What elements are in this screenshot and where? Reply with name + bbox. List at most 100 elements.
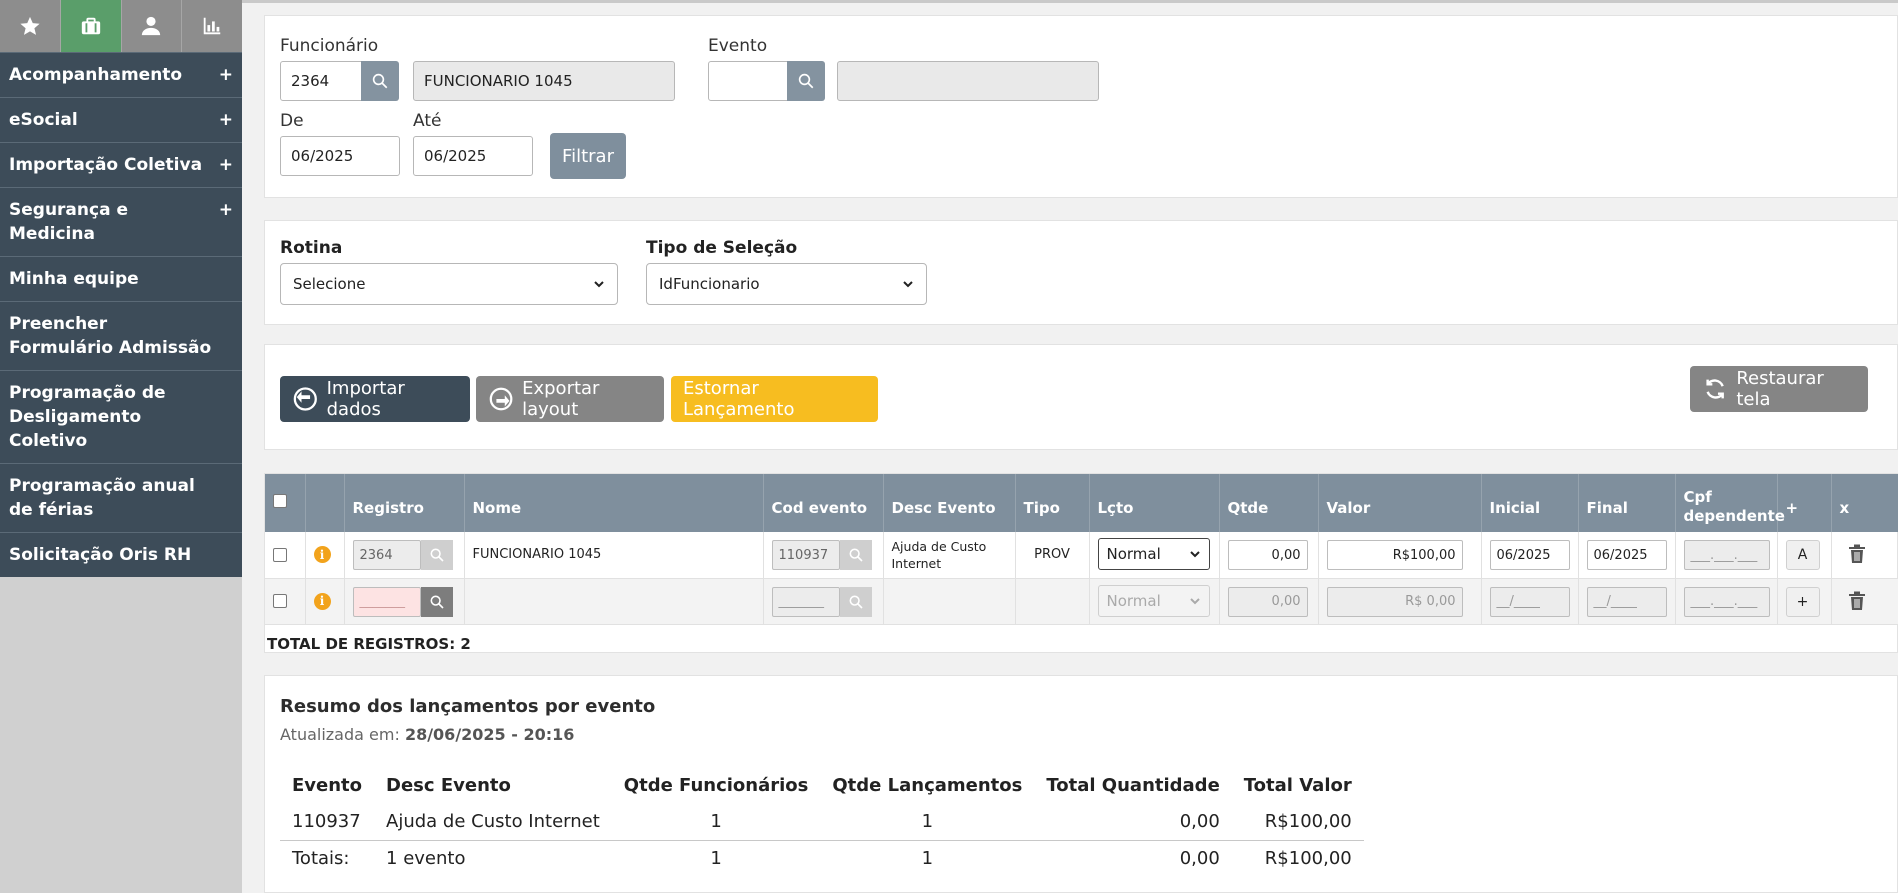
header-inicial[interactable]: Inicial [1481,474,1579,532]
sidebar-item-solicitacao[interactable]: Solicitação Oris RH [0,532,242,577]
trash-icon[interactable] [1848,544,1866,564]
evento-search-button[interactable] [787,61,825,101]
lcto-selected-value: Normal [1106,591,1161,610]
trash-icon[interactable] [1848,591,1866,611]
desc-evento-cell: Ajuda de Custo Internet [883,532,1016,579]
funcionario-search-button[interactable] [361,61,399,101]
sum-desc: Ajuda de Custo Internet [386,811,600,833]
table-row: i _______ _______ Normal 0,00 R$ 0,00 __… [265,578,1898,625]
cod-evento-search-button[interactable] [839,540,872,570]
sidebar-item-desligamento-coletivo[interactable]: Programação de Desligamento Coletivo [0,370,242,463]
sidebar-item-esocial[interactable]: eSocial + [0,97,242,142]
de-label: De [280,111,304,131]
sidebar-item-formulario-admissao[interactable]: Preencher Formulário Admissão [0,301,242,370]
sidebar-item-acompanhamento[interactable]: Acompanhamento + [0,52,242,97]
sidebar-item-label: Solicitação Oris RH [9,545,192,565]
tipo-selecao-select[interactable]: IdFuncionario [646,263,927,305]
expand-icon: + [218,155,233,175]
select-all-checkbox[interactable] [273,493,287,508]
star-icon [20,16,40,35]
final-input[interactable]: 06/2025 [1586,540,1667,570]
evento-code-input[interactable] [708,61,790,101]
final-input[interactable]: __/____ [1586,586,1667,617]
search-icon [849,548,863,562]
qtde-input[interactable]: 0,00 [1227,586,1308,617]
qtde-input[interactable]: 0,00 [1227,540,1308,570]
header-lcto[interactable]: Lçto [1089,474,1220,532]
registro-search-button[interactable] [420,540,453,570]
cod-evento-input[interactable]: _______ [771,586,840,617]
tab-reports[interactable] [182,0,242,52]
estornar-lancamento-button[interactable]: Estornar Lançamento [671,376,878,422]
header-nome[interactable]: Nome [464,474,764,532]
registro-input[interactable]: _______ [352,586,421,617]
header-registro[interactable]: Registro [344,474,465,532]
cod-evento-input[interactable]: 110937 [771,540,840,570]
de-input[interactable]: 06/2025 [280,136,400,176]
cpf-dependente-input[interactable]: ___.___.___ [1683,586,1770,617]
inicial-input[interactable]: 06/2025 [1489,540,1570,570]
info-icon[interactable]: i [313,546,331,564]
sum-total-qtd: 0,00 [1179,811,1220,833]
sum-total-valor: R$100,00 [1264,811,1352,833]
sidebar-tabs [0,0,242,52]
sidebar-item-importacao-coletiva[interactable]: Importação Coletiva + [0,142,242,187]
tab-profile[interactable] [121,0,183,52]
lcto-selected-value: Normal [1106,545,1161,563]
rotina-select[interactable]: Selecione [280,263,618,305]
sidebar-item-minha-equipe[interactable]: Minha equipe [0,256,242,301]
expand-icon: + [218,65,233,85]
add-row-button[interactable]: + [1785,586,1820,617]
user-icon [142,16,161,36]
inicial-input[interactable]: __/____ [1489,586,1570,617]
sum-totals-label: Totais: [280,839,375,876]
valor-input[interactable]: R$100,00 [1326,540,1463,570]
summary-title: Resumo dos lançamentos por evento [280,696,656,717]
lcto-select[interactable]: Normal [1097,538,1210,570]
sidebar: Acompanhamento + eSocial + Importação Cole… [0,0,242,893]
lcto-select[interactable]: Normal [1097,584,1210,617]
summary-row: 110937 Ajuda de Custo Internet 1 1 0,00 … [280,804,1364,840]
restaurar-tela-button[interactable]: Restaurar tela [1690,366,1868,412]
header-cpf-dependente[interactable]: Cpf dependente [1675,474,1785,532]
cpf-dependente-input[interactable]: ___.___.___ [1683,540,1770,570]
importar-dados-button[interactable]: Importar dados [280,376,470,422]
desc-evento-cell [883,578,1016,625]
sum-totals-desc: 1 evento [374,839,612,876]
summary-header-row: Evento Desc Evento Qtde Funcionários Qtd… [280,766,1364,804]
info-icon[interactable]: i [313,592,331,610]
expand-icon: + [218,200,233,220]
tab-favorites[interactable] [0,0,61,52]
header-final[interactable]: Final [1578,474,1676,532]
ate-input[interactable]: 06/2025 [413,136,533,176]
row-checkbox[interactable] [273,547,287,562]
sidebar-item-label: Importação Coletiva [9,155,203,175]
sidebar-item-seguranca-medicina[interactable]: Segurança e Medicina + [0,187,242,256]
exportar-layout-button[interactable]: Exportar layout [476,376,664,422]
cod-evento-search-button[interactable] [839,586,872,617]
filter-panel: Funcionário 2364 FUNCIONARIO 1045 Evento… [264,15,1898,198]
funcionario-code-input[interactable]: 2364 [280,61,362,101]
registro-search-button[interactable] [420,586,453,617]
chevron-down-icon [1189,551,1200,558]
header-qtde[interactable]: Qtde [1219,474,1319,532]
sum-header-evento: Evento [292,774,363,796]
sidebar-item-label: eSocial [9,110,78,130]
row-checkbox[interactable] [273,594,287,608]
sidebar-item-ferias[interactable]: Programação anual de férias [0,463,242,532]
alter-row-button[interactable]: A [1785,540,1820,570]
nome-cell [464,578,764,625]
header-desc-evento[interactable]: Desc Evento [883,474,1016,532]
header-tipo[interactable]: Tipo [1015,474,1090,532]
header-cod-evento[interactable]: Cod evento [763,474,884,532]
launch-grid: Registro Nome Cod evento Desc Evento Tip… [265,474,1898,625]
expand-icon: + [218,110,233,130]
header-plus: + [1777,474,1832,532]
registro-input[interactable]: 2364 [352,540,421,570]
filtrar-button[interactable]: Filtrar [550,133,626,179]
header-valor[interactable]: Valor [1318,474,1482,532]
tab-work[interactable] [60,0,122,52]
valor-input[interactable]: R$ 0,00 [1326,586,1463,617]
search-icon [849,595,863,609]
total-registros: TOTAL DE REGISTROS: 2 [267,635,471,653]
